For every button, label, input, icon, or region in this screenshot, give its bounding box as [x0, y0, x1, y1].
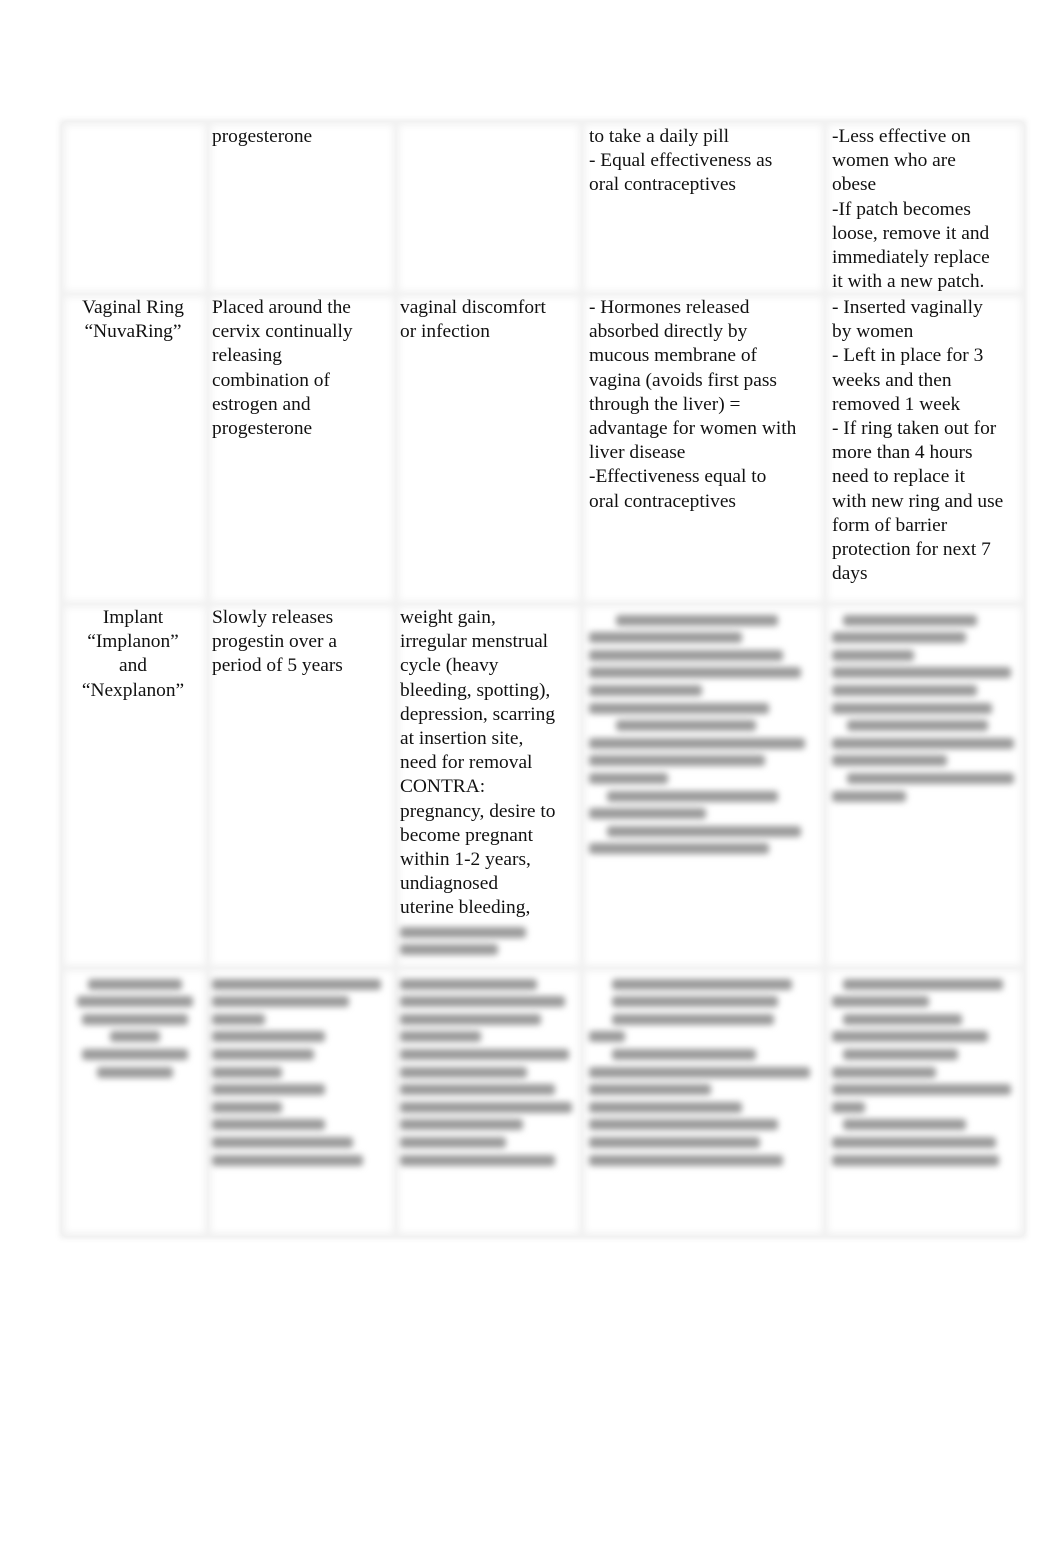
- table-row: progesterone to take a daily pill - Equa…: [62, 122, 1024, 294]
- side-effects-text: weight gain, irregular menstrual cycle (…: [400, 607, 556, 919]
- method-text: Vaginal Ring “NuvaRing”: [82, 297, 184, 343]
- table-row: [62, 968, 1024, 1236]
- blurred-text: [400, 972, 576, 1172]
- advantages-text: to take a daily pill - Equal effectivene…: [589, 126, 773, 196]
- notes-text: - Inserted vaginally by women - Left in …: [832, 297, 1004, 585]
- document-page: progesterone to take a daily pill - Equa…: [0, 0, 1062, 1556]
- cell-side-effects: [396, 122, 582, 294]
- mechanism-text: Placed around the cervix continually rel…: [212, 297, 353, 440]
- method-text: Implant “Implanon” and “Nexplanon”: [81, 607, 185, 701]
- blurred-text: [212, 972, 388, 1172]
- blurred-text: [400, 920, 540, 962]
- table-row: Implant “Implanon” and “Nexplanon” Slowl…: [62, 604, 1024, 968]
- blurred-text: [72, 972, 198, 1084]
- notes-text: -Less effective on women who are obese -…: [832, 126, 990, 293]
- mechanism-text: Slowly releases progestin over a period …: [212, 607, 343, 677]
- contraception-table: progesterone to take a daily pill - Equa…: [62, 122, 1024, 1236]
- mechanism-text: progesterone: [212, 126, 313, 147]
- table-row: Vaginal Ring “NuvaRing” Placed around th…: [62, 294, 1024, 604]
- side-effects-text: vaginal discomfort or infection: [400, 297, 546, 343]
- blurred-text: [589, 972, 814, 1172]
- advantages-text: - Hormones released absorbed directly by…: [589, 297, 797, 512]
- cell-method: [62, 122, 208, 294]
- blurred-text: [832, 972, 1018, 1172]
- blurred-text: [832, 608, 1018, 808]
- blurred-text: [589, 608, 814, 861]
